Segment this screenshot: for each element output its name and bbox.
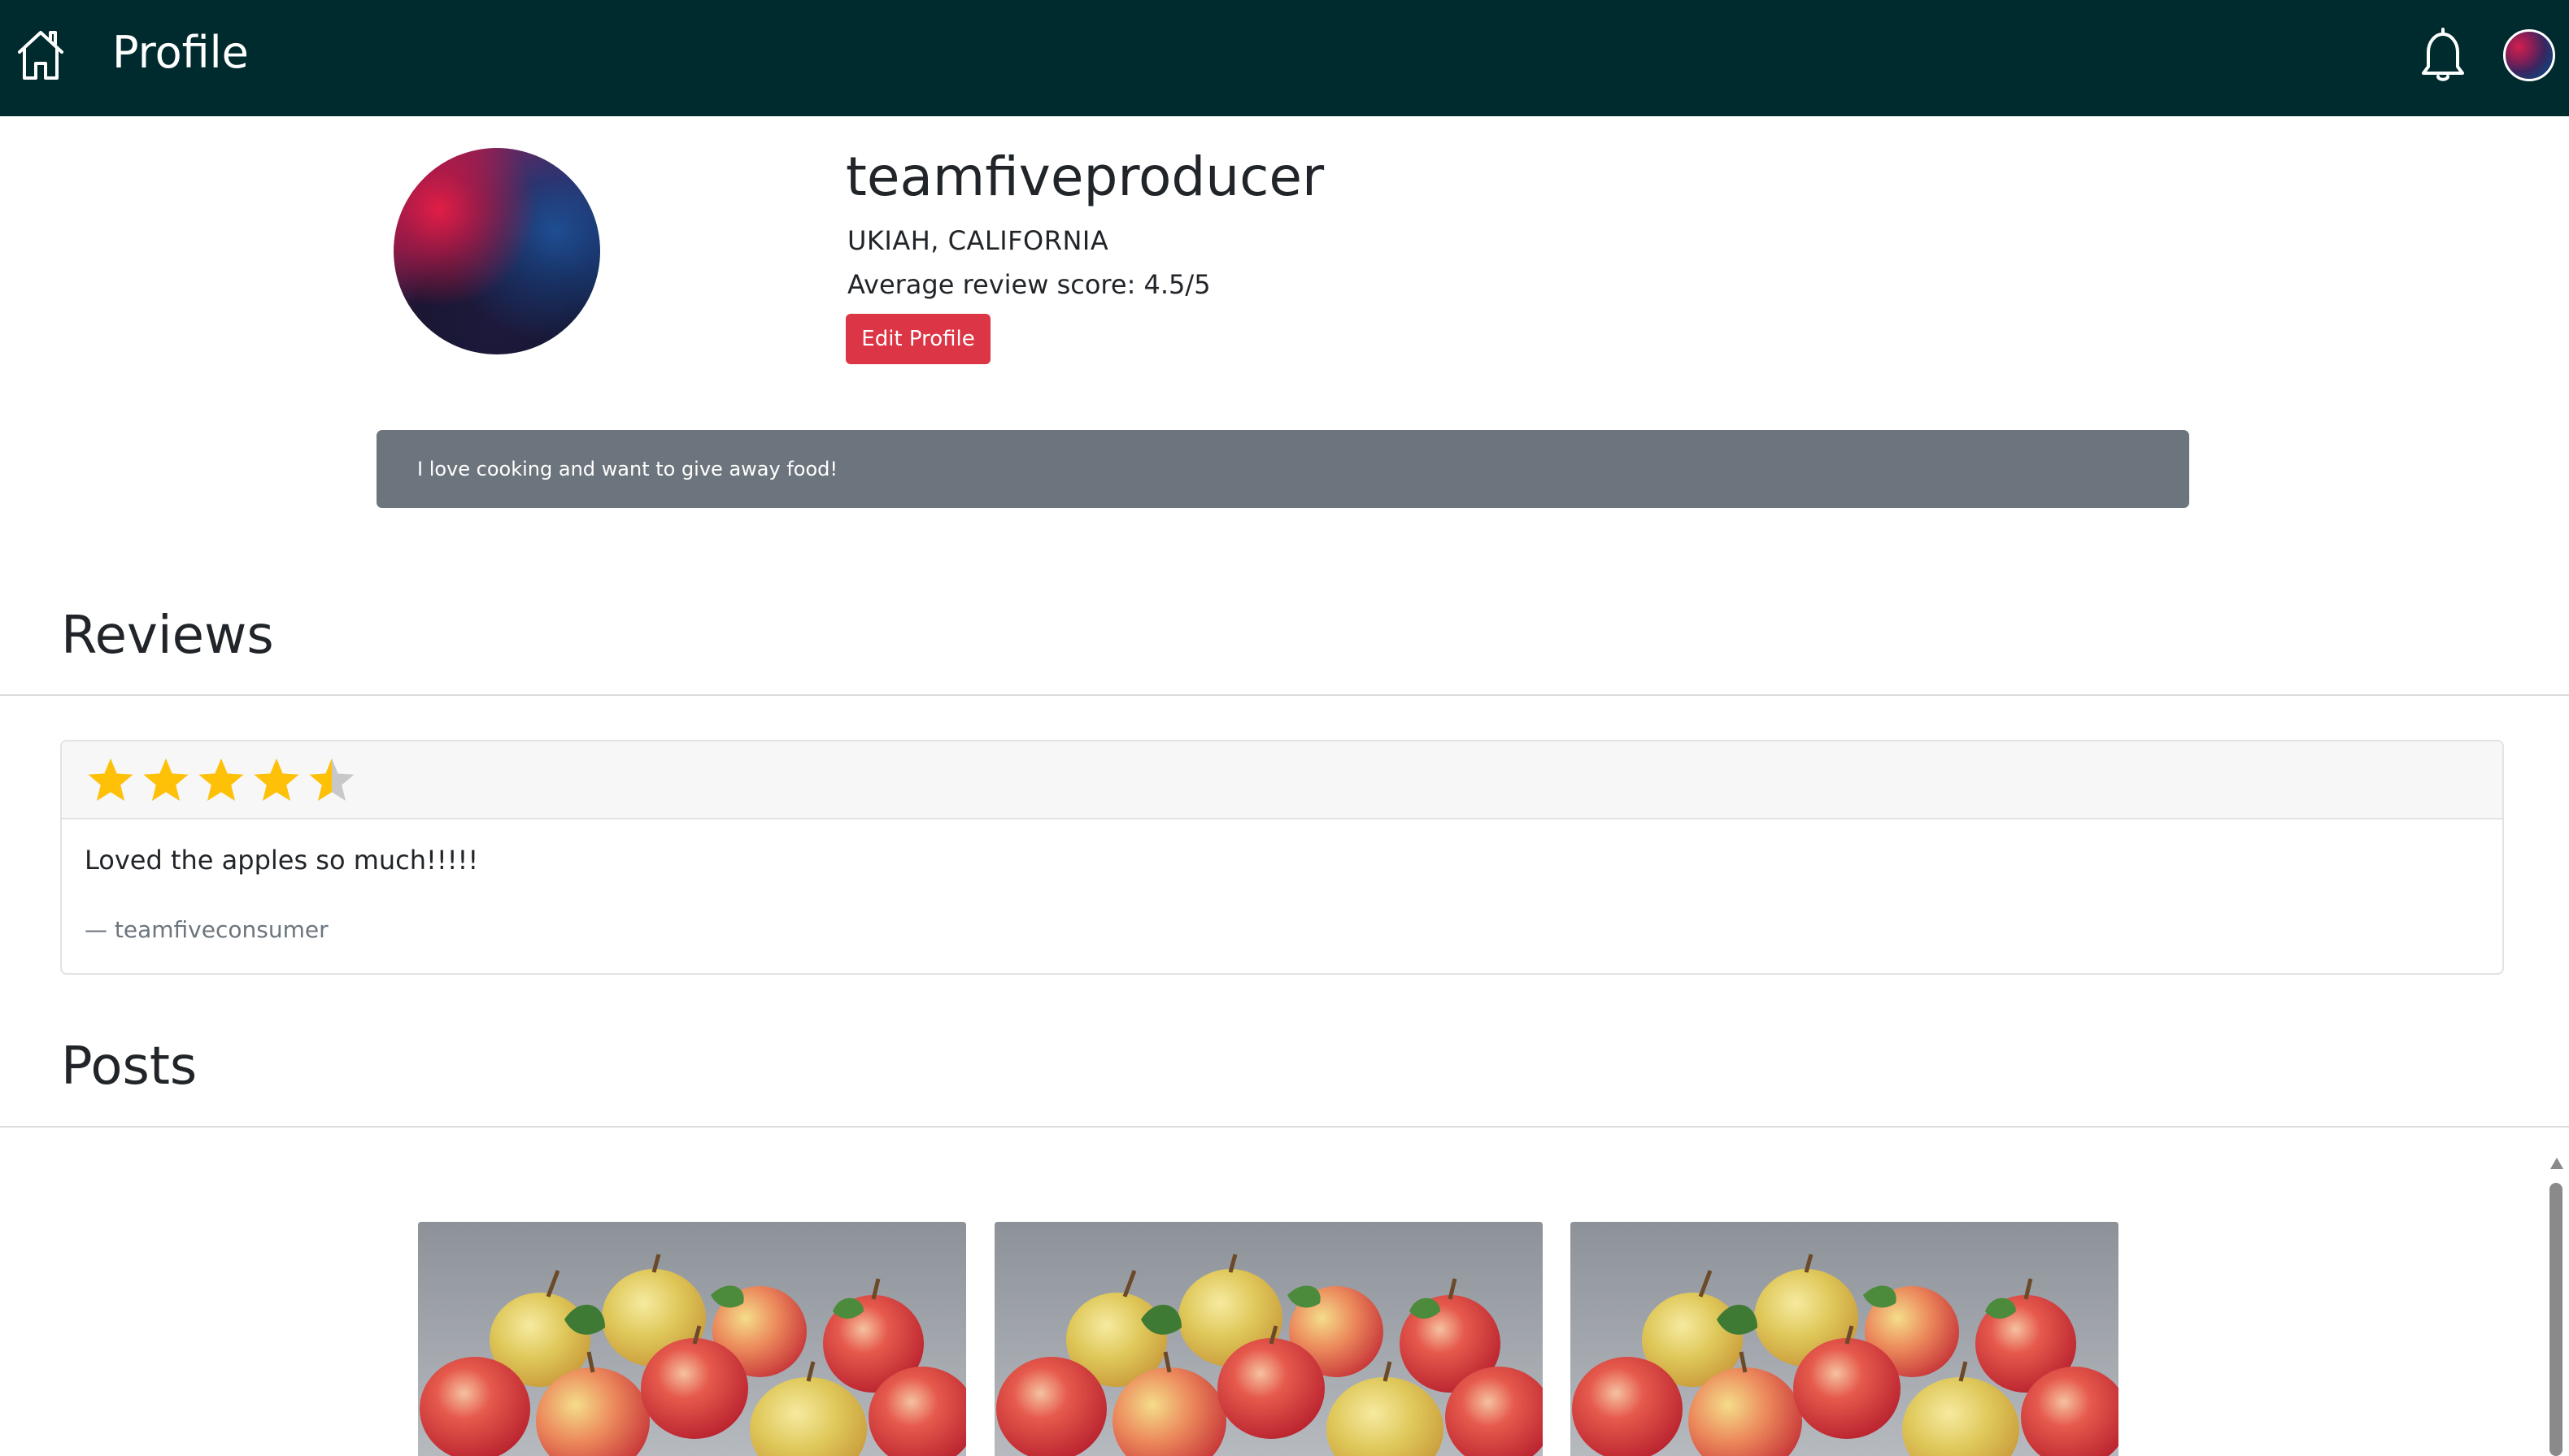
apples-photo	[418, 1222, 966, 1456]
star-icon	[309, 758, 355, 801]
user-avatar-button[interactable]	[2503, 29, 2555, 81]
post-card[interactable]	[418, 1222, 966, 1456]
review-text: Loved the apples so much!!!!!	[85, 845, 479, 876]
review-card: Loved the apples so much!!!!! — teamfive…	[60, 740, 2504, 975]
bell-icon[interactable]	[2417, 26, 2469, 85]
post-card[interactable]	[995, 1222, 1543, 1456]
bio-text: I love cooking and want to give away foo…	[417, 458, 838, 480]
review-rating-header	[62, 741, 2502, 819]
posts-divider	[0, 1126, 2569, 1128]
scrollbar-thumb[interactable]	[2549, 1183, 2562, 1456]
star-rating	[86, 756, 356, 805]
post-card[interactable]	[1570, 1222, 2118, 1456]
star-icon	[198, 758, 244, 801]
posts-heading: Posts	[61, 1037, 198, 1097]
star-icon	[143, 758, 189, 801]
profile-location: UKIAH, CALIFORNIA	[847, 225, 1109, 256]
star-icon	[88, 758, 133, 801]
profile-avatar	[394, 148, 600, 354]
page-title: Profile	[112, 27, 249, 78]
bio-banner: I love cooking and want to give away foo…	[377, 430, 2189, 508]
star-icon	[254, 758, 299, 801]
review-author: — teamfiveconsumer	[85, 916, 329, 943]
reviews-divider	[0, 694, 2569, 696]
average-review-score: Average review score: 4.5/5	[847, 269, 1211, 300]
apples-photo	[995, 1222, 1543, 1456]
profile-username: teamfiveproducer	[846, 146, 1325, 208]
scroll-up-arrow-icon[interactable]	[2549, 1156, 2565, 1171]
home-icon[interactable]	[15, 28, 67, 81]
apples-photo	[1570, 1222, 2118, 1456]
top-navbar: Profile	[0, 0, 2569, 116]
edit-profile-button[interactable]: Edit Profile	[846, 314, 991, 364]
reviews-heading: Reviews	[61, 606, 274, 666]
